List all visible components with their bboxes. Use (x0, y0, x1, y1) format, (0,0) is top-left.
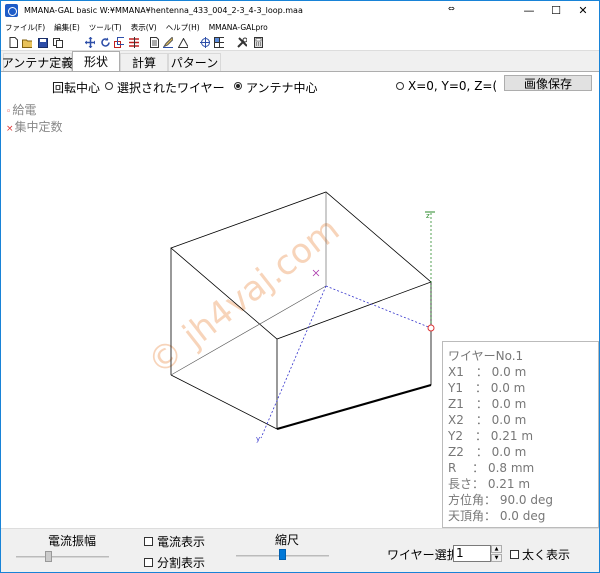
wire-info-radius: R ： 0.8 mm (448, 461, 535, 475)
document-icon[interactable] (149, 37, 159, 48)
view-options-row: 回転中心 選択されたワイヤー アンテナ中心 X=0, Y=0, Z=( 画像保存 (1, 71, 599, 98)
tab-calculation[interactable]: 計算 (120, 53, 168, 71)
save-image-button[interactable]: 画像保存 (504, 75, 592, 91)
wire-info-z1: Z1 ： 0.0 m (448, 397, 527, 411)
wire-info-y2: Y2 ： 0.21 m (448, 429, 534, 443)
show-current-checkbox[interactable] (144, 537, 153, 546)
spin-down-button[interactable]: ▼ (491, 554, 502, 562)
spin-up-button[interactable]: ▲ (491, 545, 502, 553)
tab-strip: アンテナ定義 形状 計算 パターン (1, 51, 599, 71)
axis-y-dashed (260, 285, 327, 439)
show-current-label[interactable]: 電流表示 (157, 533, 205, 550)
open-folder-icon[interactable] (22, 37, 32, 48)
bold-display-label[interactable]: 太く表示 (522, 546, 570, 563)
scale-icon[interactable] (114, 37, 124, 48)
tab-geometry[interactable]: 形状 (72, 51, 120, 71)
antenna-center-label[interactable]: アンテナ中心 (246, 79, 318, 96)
wire-info-length: 長さ： 0.21 m (448, 477, 531, 491)
origin-marker-icon (312, 269, 320, 277)
main-window: MMANA-GAL basic W:¥MMANA¥hentenna_433_00… (0, 0, 600, 573)
menu-view[interactable]: 表示(V) (131, 22, 157, 33)
selected-wire-radio[interactable] (105, 82, 113, 90)
current-amplitude-slider[interactable] (45, 551, 52, 562)
coords-radio[interactable] (396, 82, 404, 90)
bottom-controls: 電流振幅 電流表示 分割表示 縮尺 ワイヤー選択 1 ▲ ▼ 太く表示 (1, 528, 599, 572)
wire-info-panel: ワイヤーNo.1 X1 ： 0.0 m Y1 ： 0.0 m Z1 ： 0.0 … (442, 341, 599, 528)
calculator-icon[interactable] (253, 37, 263, 48)
toolbar (1, 34, 599, 51)
triangle-icon[interactable] (178, 37, 188, 48)
axis-y-label: y (256, 435, 260, 443)
selected-wire[interactable] (276, 383, 432, 431)
wire-info-x2: X2 ： 0.0 m (448, 413, 527, 427)
wire-list-icon[interactable] (129, 37, 139, 48)
show-segments-checkbox[interactable] (144, 558, 153, 567)
tab-antenna-definition[interactable]: アンテナ定義 (2, 53, 73, 71)
menu-edit[interactable]: 編集(E) (54, 22, 80, 33)
tools-icon[interactable] (237, 37, 247, 48)
target-icon[interactable] (200, 37, 210, 48)
rotate-icon[interactable] (100, 37, 110, 48)
menu-help[interactable]: ヘルプ(H) (166, 22, 200, 33)
grid-icon[interactable] (214, 37, 224, 48)
wire-select-input[interactable]: 1 (453, 545, 491, 562)
wire-info-zenith: 天頂角： 0.0 deg (448, 509, 546, 523)
bottom-edge-left (170, 374, 278, 430)
move-icon[interactable] (85, 37, 95, 48)
wire-info-z2: Z2 ： 0.0 m (448, 445, 527, 459)
current-amplitude-track[interactable] (16, 556, 109, 558)
menu-tools[interactable]: ツール(T) (89, 22, 122, 33)
edit-icon[interactable] (163, 37, 173, 48)
menu-bar: ファイル(F) 編集(E) ツール(T) 表示(V) ヘルプ(H) MMANA-… (1, 20, 599, 34)
axis-z-label: z (426, 212, 430, 220)
coords-label[interactable]: X=0, Y=0, Z=( (408, 79, 496, 93)
wire-info-y1: Y1 ： 0.0 m (448, 381, 526, 395)
selected-wire-label[interactable]: 選択されたワイヤー (117, 79, 225, 96)
menu-gal-pro[interactable]: MMANA-GALpro (209, 23, 268, 32)
axis-x-dashed (325, 285, 432, 329)
title-bar: MMANA-GAL basic W:¥MMANA¥hentenna_433_00… (1, 1, 599, 20)
copy-icon[interactable] (53, 37, 63, 48)
geometry-canvas[interactable]: ◦給電 ×集中定数 © jh4vaj.com z y ワイヤーNo.1 X1 ：… (1, 98, 599, 528)
current-amplitude-label: 電流振幅 (48, 534, 97, 548)
wire-info-title: ワイヤーNo.1 (448, 349, 524, 363)
scale-slider[interactable] (279, 549, 286, 560)
new-file-icon[interactable] (8, 37, 18, 48)
feed-point-icon (427, 324, 435, 332)
resize-arrows-icon: ⇔ (448, 4, 455, 13)
rotation-center-label: 回転中心 (52, 81, 101, 95)
save-icon[interactable] (38, 37, 48, 48)
show-segments-label[interactable]: 分割表示 (157, 554, 205, 571)
bold-display-checkbox[interactable] (510, 550, 519, 559)
antenna-center-radio[interactable] (234, 82, 242, 90)
wire-info-azimuth: 方位角： 90.0 deg (448, 493, 553, 507)
tab-pattern[interactable]: パターン (168, 53, 221, 71)
app-icon (5, 4, 18, 17)
scale-label: 縮尺 (275, 533, 300, 547)
wire-info-x1: X1 ： 0.0 m (448, 365, 527, 379)
window-title: MMANA-GAL basic W:¥MMANA¥hentenna_433_00… (24, 6, 303, 15)
menu-file[interactable]: ファイル(F) (5, 22, 45, 33)
wire-select-label: ワイヤー選択 (387, 548, 459, 562)
close-button[interactable]: ✕ (563, 1, 599, 20)
